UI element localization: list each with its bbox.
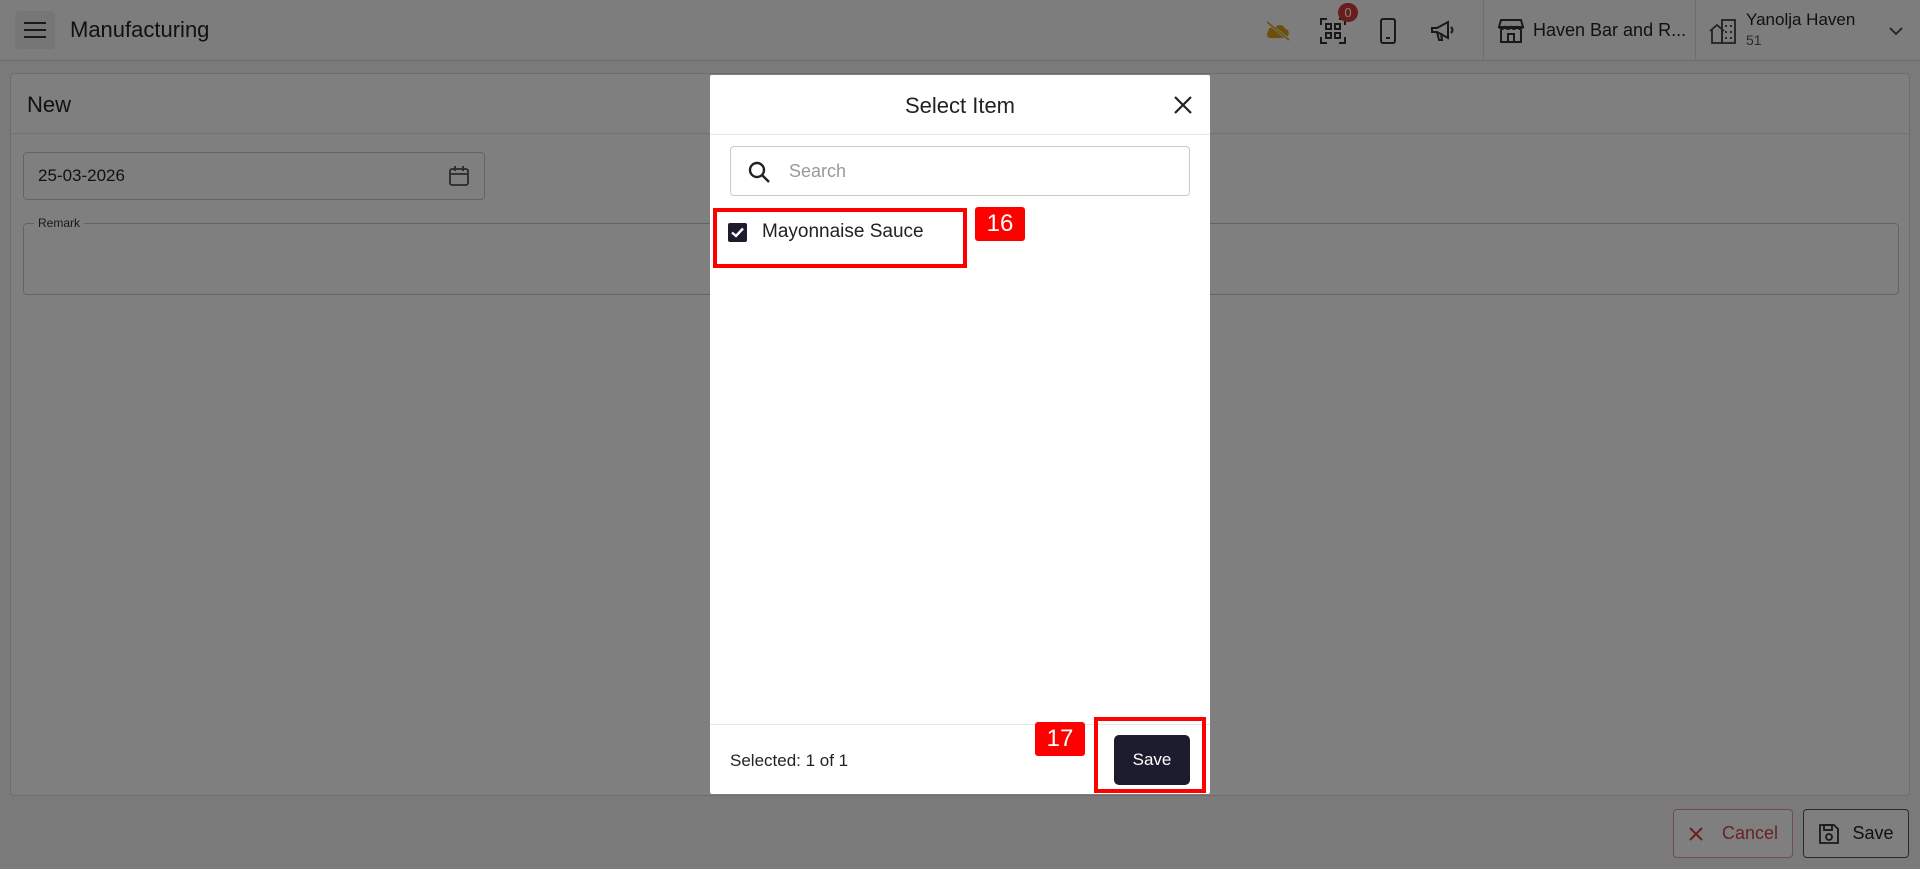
dialog-title: Select Item [904,93,1016,118]
search-box[interactable] [730,146,1190,196]
select-item-dialog: Select Item Mayonnaise Sauce Selected: 1… [710,75,1210,794]
selected-count: Selected: 1 of 1 [730,751,849,770]
close-icon[interactable] [1170,92,1196,118]
dialog-divider [710,134,1210,135]
search-input[interactable] [789,157,1169,185]
annotation-label-item: 16 [975,207,1025,241]
annotation-box-item [713,208,967,268]
search-icon [748,161,770,183]
annotation-box-save [1094,717,1206,793]
annotation-label-save: 17 [1035,722,1085,756]
